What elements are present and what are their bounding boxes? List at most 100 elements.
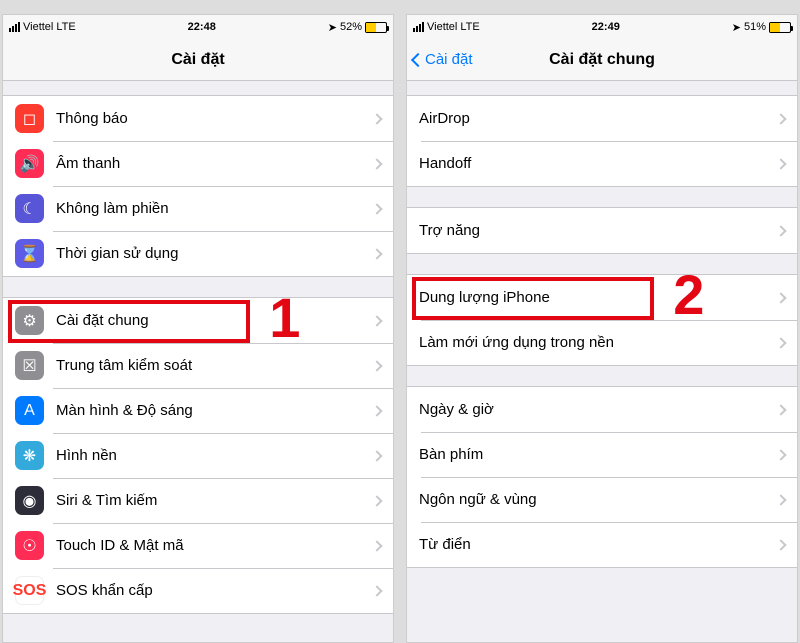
chevron-right-icon	[371, 540, 382, 551]
chevron-right-icon	[371, 450, 382, 461]
nav-bar: Cài đặt	[3, 39, 393, 81]
row-sounds[interactable]: 🔊 Âm thanh	[3, 141, 393, 186]
screenshot-left: Viettel LTE 22:48 ➤ 52% Cài đặt ◻︎ Thông …	[2, 14, 394, 643]
row-label: Từ điển	[419, 536, 777, 553]
carrier-label: Viettel	[427, 21, 457, 33]
row-general[interactable]: ⚙︎ Cài đặt chung	[3, 298, 393, 343]
chevron-left-icon	[411, 52, 425, 66]
general-icon: ⚙︎	[15, 306, 44, 335]
chevron-right-icon	[775, 494, 786, 505]
row-label: Thông báo	[56, 110, 373, 127]
row-label: Ngôn ngữ & vùng	[419, 491, 777, 508]
sos-icon: SOS	[15, 576, 44, 605]
chevron-right-icon	[371, 585, 382, 596]
chevron-right-icon	[371, 405, 382, 416]
screen-time-icon: ⌛	[15, 239, 44, 268]
row-label: Trung tâm kiểm soát	[56, 357, 373, 374]
chevron-right-icon	[775, 158, 786, 169]
row-label: Âm thanh	[56, 155, 373, 172]
battery-icon	[769, 22, 791, 33]
chevron-right-icon	[371, 203, 382, 214]
row-label: Cài đặt chung	[56, 312, 373, 329]
control-center-icon: ☒	[15, 351, 44, 380]
chevron-right-icon	[775, 449, 786, 460]
nav-bar: Cài đặt Cài đặt chung	[407, 39, 797, 81]
chevron-right-icon	[371, 315, 382, 326]
row-label: Trợ năng	[419, 222, 777, 239]
row-display[interactable]: A Màn hình & Độ sáng	[3, 388, 393, 433]
page-title: Cài đặt chung	[549, 51, 655, 69]
row-handoff[interactable]: Handoff	[407, 141, 797, 186]
row-touchid[interactable]: ☉ Touch ID & Mật mã	[3, 523, 393, 568]
wallpaper-icon: ❋	[15, 441, 44, 470]
battery-percent: 52%	[340, 21, 362, 33]
chevron-right-icon	[371, 113, 382, 124]
screenshot-right: Viettel LTE 22:49 ➤ 51% Cài đặt Cài đặt …	[406, 14, 798, 643]
row-label: Không làm phiền	[56, 200, 373, 217]
row-storage[interactable]: Dung lượng iPhone	[407, 275, 797, 320]
chevron-right-icon	[775, 404, 786, 415]
chevron-right-icon	[371, 495, 382, 506]
network-label: LTE	[56, 21, 75, 33]
chevron-right-icon	[371, 360, 382, 371]
row-date-time[interactable]: Ngày & giờ	[407, 387, 797, 432]
row-label: Làm mới ứng dụng trong nền	[419, 334, 777, 351]
row-control-center[interactable]: ☒ Trung tâm kiểm soát	[3, 343, 393, 388]
signal-icon	[9, 22, 20, 32]
dnd-icon: ☾	[15, 194, 44, 223]
siri-icon: ◉	[15, 486, 44, 515]
row-dictionary[interactable]: Từ điển	[407, 522, 797, 567]
row-label: Màn hình & Độ sáng	[56, 402, 373, 419]
row-label: Touch ID & Mật mã	[56, 537, 373, 554]
sounds-icon: 🔊	[15, 149, 44, 178]
status-bar: Viettel LTE 22:48 ➤ 52%	[3, 15, 393, 39]
carrier-label: Viettel	[23, 21, 53, 33]
clock: 22:48	[188, 21, 216, 33]
chevron-right-icon	[371, 158, 382, 169]
row-label: Handoff	[419, 155, 777, 172]
row-airdrop[interactable]: AirDrop	[407, 96, 797, 141]
row-screen-time[interactable]: ⌛ Thời gian sử dụng	[3, 231, 393, 276]
clock: 22:49	[592, 21, 620, 33]
step-number-1: 1	[269, 285, 300, 350]
location-icon: ➤	[328, 21, 337, 34]
row-label: Ngày & giờ	[419, 401, 777, 418]
row-siri[interactable]: ◉ Siri & Tìm kiếm	[3, 478, 393, 523]
chevron-right-icon	[775, 539, 786, 550]
row-accessibility[interactable]: Trợ năng	[407, 208, 797, 253]
step-number-2: 2	[673, 262, 704, 327]
row-background-refresh[interactable]: Làm mới ứng dụng trong nền	[407, 320, 797, 365]
chevron-right-icon	[775, 337, 786, 348]
row-label: Bàn phím	[419, 446, 777, 463]
row-wallpaper[interactable]: ❋ Hình nền	[3, 433, 393, 478]
notification-icon: ◻︎	[15, 104, 44, 133]
row-dnd[interactable]: ☾ Không làm phiền	[3, 186, 393, 231]
row-keyboard[interactable]: Bàn phím	[407, 432, 797, 477]
tutorial-composite: Viettel LTE 22:48 ➤ 52% Cài đặt ◻︎ Thông …	[0, 0, 800, 600]
row-label: Dung lượng iPhone	[419, 289, 777, 306]
chevron-right-icon	[371, 248, 382, 259]
touchid-icon: ☉	[15, 531, 44, 560]
row-language[interactable]: Ngôn ngữ & vùng	[407, 477, 797, 522]
row-label: Thời gian sử dụng	[56, 245, 373, 262]
row-label: Siri & Tìm kiếm	[56, 492, 373, 509]
display-icon: A	[15, 396, 44, 425]
row-label: Hình nền	[56, 447, 373, 464]
chevron-right-icon	[775, 113, 786, 124]
row-label: AirDrop	[419, 110, 777, 127]
row-sos[interactable]: SOSSOS khẩn cấp	[3, 568, 393, 613]
location-icon: ➤	[732, 21, 741, 34]
network-label: LTE	[460, 21, 479, 33]
battery-percent: 51%	[744, 21, 766, 33]
back-button[interactable]: Cài đặt	[413, 51, 473, 68]
status-bar: Viettel LTE 22:49 ➤ 51%	[407, 15, 797, 39]
chevron-right-icon	[775, 225, 786, 236]
back-label: Cài đặt	[425, 51, 473, 68]
chevron-right-icon	[775, 292, 786, 303]
page-title: Cài đặt	[171, 51, 224, 69]
row-notification[interactable]: ◻︎ Thông báo	[3, 96, 393, 141]
general-list[interactable]: AirDrop Handoff Trợ năng Dung lượng iPhone L…	[407, 81, 797, 642]
battery-icon	[365, 22, 387, 33]
settings-list[interactable]: ◻︎ Thông báo 🔊 Âm thanh ☾ Không làm phiền ⌛ Thờ…	[3, 81, 393, 642]
signal-icon	[413, 22, 424, 32]
